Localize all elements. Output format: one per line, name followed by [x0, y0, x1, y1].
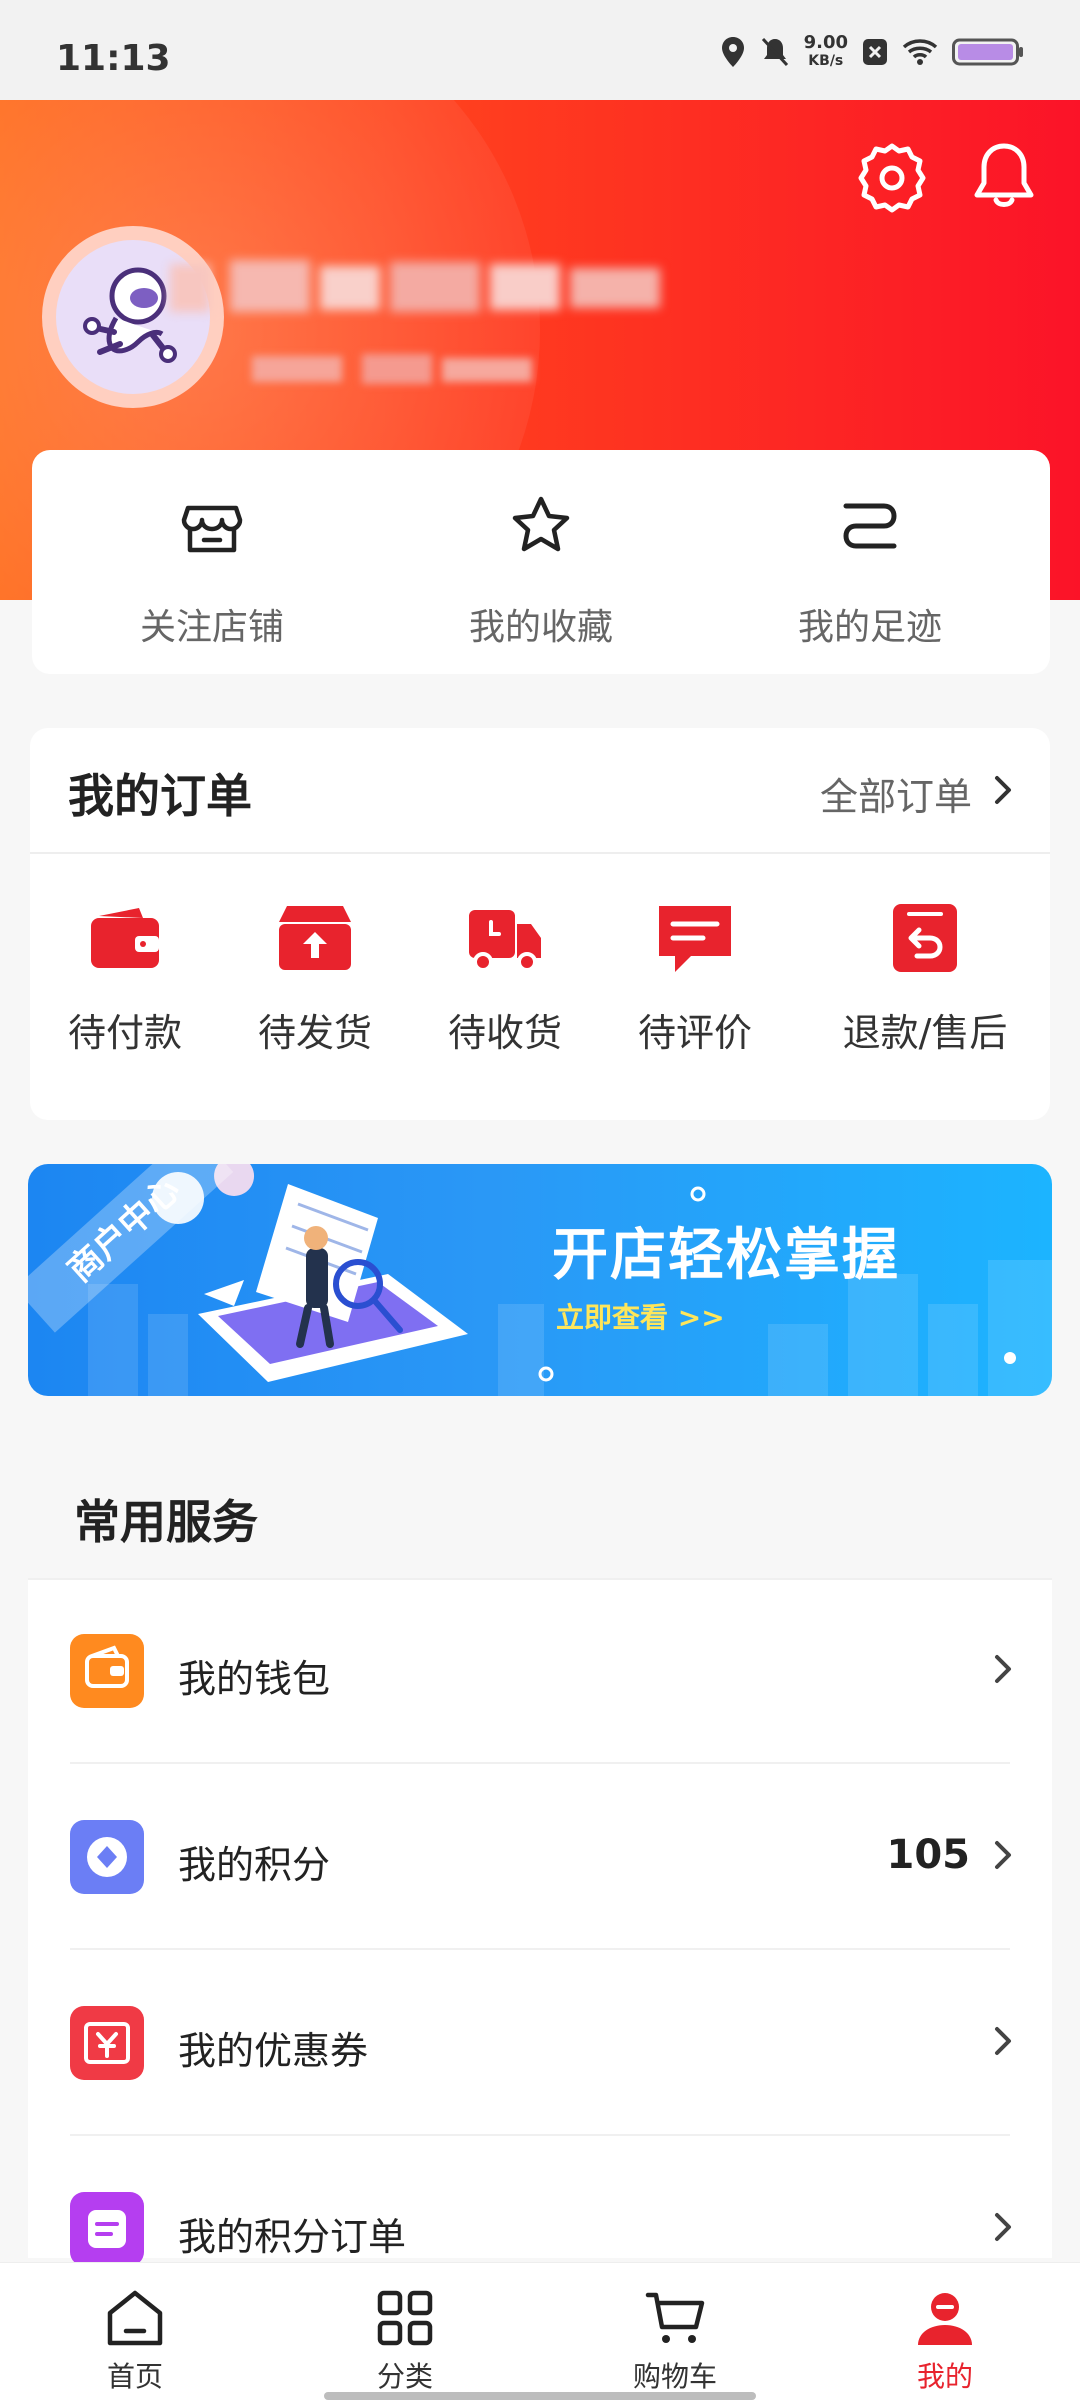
- service-label: 我的优惠券: [178, 2029, 369, 2073]
- order-status-label: 待发货: [257, 1011, 372, 1055]
- gear-icon[interactable]: [854, 140, 930, 216]
- points-icon: [70, 1820, 144, 1894]
- quick-link-label: 我的足迹: [797, 607, 942, 648]
- quick-link-footprints[interactable]: 我的足迹: [710, 450, 1030, 674]
- username-redacted: [170, 260, 660, 312]
- refund-icon: [893, 904, 957, 972]
- wallet-icon: [70, 1634, 144, 1708]
- chevron-right-icon[interactable]: [992, 774, 1014, 806]
- tab-label: 我的: [916, 2360, 973, 2393]
- orders-card: 我的订单 全部订单 待付款 待发货 待收货 待评价 退款/售后: [30, 728, 1050, 1120]
- user-subtitle-redacted: [252, 354, 532, 384]
- tab-profile[interactable]: 我的: [810, 2263, 1080, 2408]
- battery-icon: [952, 38, 1023, 66]
- status-bar: 11:13 9.00 KB/s: [0, 0, 1080, 100]
- quick-link-label: 关注店铺: [139, 607, 284, 648]
- comment-icon: [659, 906, 731, 972]
- coupon-icon: [70, 2006, 144, 2080]
- order-status-to-receive[interactable]: 待收货: [410, 852, 600, 1120]
- profile-page: 11:13 9.00 KB/s 关注店铺 我的收藏 我的足迹 我的订单 全部订单…: [0, 0, 1080, 2408]
- chevron-right-icon: [995, 1655, 1011, 1683]
- service-label: 我的积分订单: [178, 2215, 407, 2259]
- tab-category[interactable]: 分类: [270, 2263, 540, 2408]
- wifi-icon: [902, 39, 938, 65]
- ship-box-icon: [279, 906, 351, 970]
- services-list: 我的钱包 我的积分 105 我的优惠券 我的积分订单: [28, 1578, 1052, 2266]
- chevron-right-icon: [995, 2027, 1011, 2055]
- order-status-refund[interactable]: 退款/售后: [800, 852, 1050, 1120]
- mute-bell-icon: [761, 37, 788, 67]
- banner-title: 开店轻松掌握: [552, 1222, 900, 1288]
- chevron-right-icon: [995, 2213, 1011, 2241]
- order-icon: [70, 2192, 144, 2266]
- service-points[interactable]: 我的积分 105: [28, 1764, 1052, 1950]
- tab-home[interactable]: 首页: [0, 2263, 270, 2408]
- store-icon: [181, 505, 243, 553]
- all-orders-link[interactable]: 全部订单: [820, 766, 972, 821]
- quick-link-label: 我的收藏: [468, 607, 613, 648]
- sim-x-icon: [863, 39, 887, 65]
- home-indicator[interactable]: [324, 2392, 756, 2400]
- cart-icon: [645, 2292, 705, 2343]
- home-icon: [107, 2290, 163, 2346]
- quick-links-card: 关注店铺 我的收藏 我的足迹: [32, 450, 1050, 674]
- wallet-icon: [91, 908, 159, 968]
- order-status-label: 待付款: [67, 1011, 182, 1055]
- order-status-label: 待评价: [637, 1011, 752, 1055]
- network-speed: 9.00 KB/s: [803, 32, 848, 70]
- tab-label: 分类: [376, 2360, 433, 2393]
- orders-title: 我的订单: [68, 769, 252, 823]
- order-status-pending-payment[interactable]: 待付款: [30, 852, 220, 1120]
- tab-cart[interactable]: 购物车: [540, 2263, 810, 2408]
- service-label: 我的积分: [178, 1843, 331, 1887]
- service-coupons[interactable]: 我的优惠券: [28, 1950, 1052, 2136]
- merchant-center-banner[interactable]: 商户中心 开店轻松掌握 立即查看 >>: [28, 1164, 1052, 1396]
- chevron-right-icon: [995, 1841, 1011, 1869]
- status-icons: 9.00 KB/s: [720, 34, 1024, 70]
- tab-label: 购物车: [632, 2360, 717, 2393]
- points-value: 105: [886, 1832, 971, 1878]
- order-status-label: 待收货: [447, 1011, 562, 1055]
- status-time: 11:13: [56, 38, 171, 79]
- banner-cta[interactable]: 立即查看 >>: [556, 1296, 725, 1336]
- truck-icon: [469, 910, 541, 972]
- quick-link-followed-stores[interactable]: 关注店铺: [52, 450, 372, 674]
- footprint-icon: [843, 503, 897, 549]
- service-wallet[interactable]: 我的钱包: [28, 1578, 1052, 1764]
- star-icon: [512, 496, 570, 552]
- order-status-label: 退款/售后: [842, 1011, 1008, 1055]
- order-status-to-review[interactable]: 待评价: [600, 852, 790, 1120]
- tab-label: 首页: [106, 2360, 163, 2393]
- quick-link-favorites[interactable]: 我的收藏: [381, 450, 701, 674]
- services-title: 常用服务: [74, 1495, 258, 1549]
- location-icon: [721, 37, 744, 67]
- bell-icon[interactable]: [966, 138, 1042, 214]
- profile-icon: [918, 2293, 972, 2345]
- grid-icon: [377, 2290, 433, 2346]
- bottom-tab-bar: 首页 分类 购物车 我的: [0, 2262, 1080, 2408]
- order-status-to-ship[interactable]: 待发货: [220, 852, 410, 1120]
- service-label: 我的钱包: [178, 1657, 331, 1701]
